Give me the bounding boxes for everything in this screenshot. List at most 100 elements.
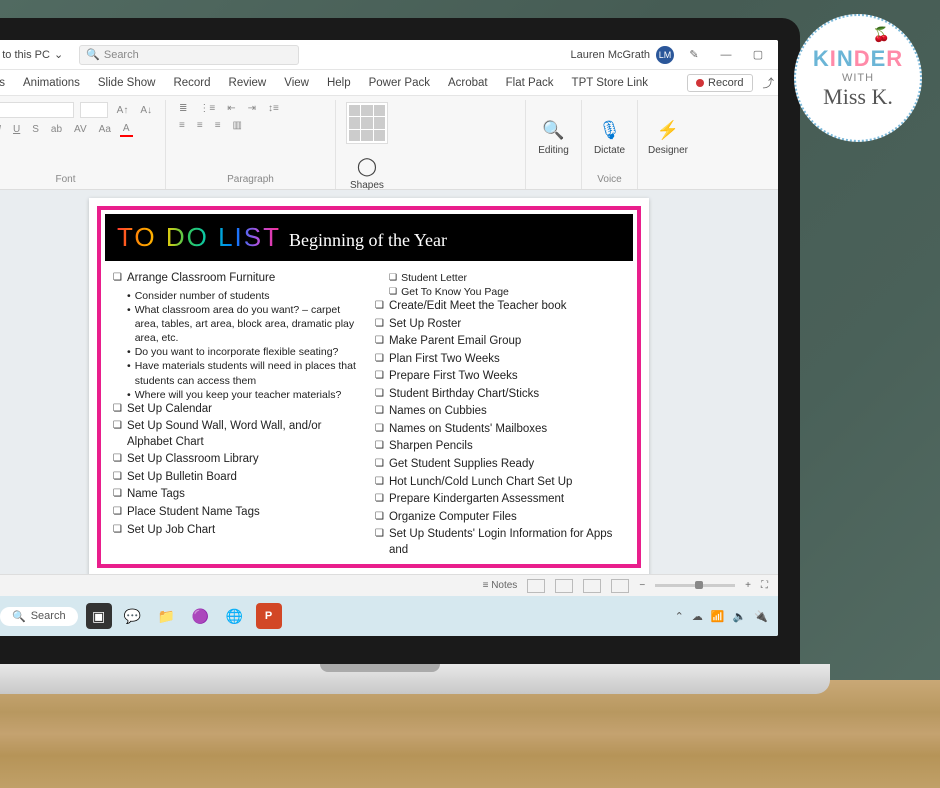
align-right-icon[interactable]: ≡	[212, 119, 224, 132]
zoom-slider[interactable]	[655, 584, 735, 587]
font-size-combo[interactable]	[80, 102, 107, 118]
slide-canvas[interactable]: TO DO LIST Beginning of the Year Arrange…	[0, 190, 778, 574]
maximize-button[interactable]: ▢	[746, 48, 770, 61]
edge-icon[interactable]: 🌐	[222, 603, 248, 629]
shadow-button[interactable]: ab	[48, 123, 65, 136]
tab-transitions[interactable]: nsitions	[0, 73, 7, 93]
designer-button[interactable]: ⚡Designer	[644, 117, 692, 158]
search-placeholder: Search	[104, 49, 139, 61]
fit-button[interactable]: ⛶	[761, 580, 768, 591]
screen-bezel: Saved to this PC ⌄ 🔍 Search Lauren McGra…	[0, 18, 800, 666]
indent-inc-icon[interactable]: ⇥	[245, 102, 259, 115]
group-paragraph-label: Paragraph	[176, 172, 325, 187]
editing-button[interactable]: 🔍Editing	[534, 117, 573, 158]
zoom-out-button[interactable]: −	[639, 580, 645, 591]
tab-record[interactable]: Record	[171, 73, 212, 93]
explorer-icon[interactable]: 📁	[154, 603, 180, 629]
logo-line3: Miss K.	[823, 84, 893, 110]
autosave-status[interactable]: Saved to this PC ⌄	[0, 48, 63, 61]
zoom-in-button[interactable]: +	[745, 580, 751, 591]
cherry-icon: 🍒	[873, 26, 890, 43]
account-button[interactable]: Lauren McGrath LM	[571, 46, 674, 64]
font-color-icon[interactable]: A	[120, 122, 133, 137]
strike-button[interactable]: S	[29, 123, 42, 136]
shapes-icon: ◯	[355, 154, 379, 178]
checklist-subitem: Student Letter	[389, 271, 625, 285]
tab-review[interactable]: Review	[227, 73, 269, 93]
chat-icon[interactable]: 💬	[120, 603, 146, 629]
tab-animations[interactable]: Animations	[21, 73, 82, 93]
find-icon: 🔍	[542, 119, 566, 143]
checklist-item: Sharpen Pencils	[375, 439, 625, 455]
titlebar: Saved to this PC ⌄ 🔍 Search Lauren McGra…	[0, 40, 778, 70]
tab-help[interactable]: Help	[325, 73, 353, 93]
tab-flatpack[interactable]: Flat Pack	[504, 73, 556, 93]
minimize-button[interactable]: —	[714, 49, 738, 61]
checklist-item: Hot Lunch/Cold Lunch Chart Set Up	[375, 475, 625, 491]
checklist-subitem: Get To Know You Page	[389, 285, 625, 299]
slideshow-view-icon[interactable]	[611, 579, 629, 593]
taskview-icon[interactable]: ▣	[86, 603, 112, 629]
columns-icon[interactable]: ▥	[230, 119, 245, 132]
line-spacing-icon[interactable]: ↕≡	[265, 102, 282, 115]
checklist-item: Student Birthday Chart/Sticks	[375, 387, 625, 403]
search-icon: 🔍	[12, 610, 26, 623]
checklist-item: Set Up Job Chart	[113, 523, 363, 539]
spacing-button[interactable]: AV	[71, 123, 90, 136]
slide-col-1: Arrange Classroom FurnitureConsider numb…	[113, 271, 363, 560]
reading-view-icon[interactable]	[583, 579, 601, 593]
chevron-down-icon: ⌄	[54, 48, 63, 61]
tab-powerpack[interactable]: Power Pack	[367, 73, 432, 93]
shrink-font-icon[interactable]: A↓	[137, 104, 155, 117]
group-drawing: ◯Shapes ▦Arrange ◪Quick Styles Drawing	[336, 100, 526, 189]
slide-header: TO DO LIST Beginning of the Year	[105, 214, 633, 261]
checklist-item: Names on Cubbies	[375, 404, 625, 420]
wifi-icon[interactable]: 📶	[711, 610, 725, 623]
logo-line1: KINDER	[813, 46, 903, 72]
slide[interactable]: TO DO LIST Beginning of the Year Arrange…	[89, 198, 649, 574]
search-input[interactable]: 🔍 Search	[79, 45, 299, 65]
checklist-item: Organize Computer Files	[375, 510, 625, 526]
notes-button[interactable]: ≡ Notes	[483, 580, 518, 591]
tab-view[interactable]: View	[282, 73, 311, 93]
checklist-item: Plan First Two Weeks	[375, 352, 625, 368]
checklist-item: Name Tags	[113, 487, 363, 503]
copilot-icon[interactable]: 🟣	[188, 603, 214, 629]
tab-tptstore[interactable]: TPT Store Link	[570, 73, 651, 93]
case-button[interactable]: Aa	[96, 123, 114, 136]
group-designer: ⚡Designer Designer	[638, 100, 698, 189]
normal-view-icon[interactable]	[527, 579, 545, 593]
checklist-item: Arrange Classroom Furniture	[113, 271, 363, 287]
italic-button[interactable]: I	[0, 123, 4, 136]
sorter-view-icon[interactable]	[555, 579, 573, 593]
tab-slideshow[interactable]: Slide Show	[96, 73, 158, 93]
font-name-combo[interactable]	[0, 102, 74, 118]
align-left-icon[interactable]: ≡	[176, 119, 188, 132]
slide-col-2: Student LetterGet To Know You PageCreate…	[375, 271, 625, 560]
shapes-button[interactable]: ◯Shapes	[346, 152, 388, 193]
chevron-up-icon[interactable]: ⌃	[675, 610, 684, 623]
underline-button[interactable]: U	[10, 123, 23, 136]
search-icon: 🔍	[86, 48, 100, 61]
bullets-icon[interactable]: ≣	[176, 102, 190, 115]
share-icon[interactable]: ⤴	[763, 75, 775, 91]
numbering-icon[interactable]: ⋮≡	[196, 102, 218, 115]
indent-dec-icon[interactable]: ⇤	[224, 102, 238, 115]
taskbar-search[interactable]: 🔍Search	[0, 607, 78, 626]
volume-icon[interactable]: 🔈	[733, 610, 747, 623]
avatar: LM	[656, 46, 674, 64]
checklist-item: Prepare Kindergarten Assessment	[375, 492, 625, 508]
onedrive-icon[interactable]: ☁	[692, 610, 703, 623]
shape-gallery[interactable]	[346, 102, 388, 144]
bullet-subitem: Have materials students will need in pla…	[127, 359, 363, 387]
align-center-icon[interactable]: ≡	[194, 119, 206, 132]
group-font-label: Font	[0, 172, 155, 187]
dictate-button[interactable]: 🎙Dictate	[590, 117, 629, 158]
record-button[interactable]: Record	[687, 74, 752, 92]
battery-icon[interactable]: 🔌	[754, 610, 768, 623]
system-tray[interactable]: ⌃ ☁ 📶 🔈 🔌	[675, 610, 768, 623]
tab-acrobat[interactable]: Acrobat	[446, 73, 490, 93]
grow-font-icon[interactable]: A↑	[114, 104, 132, 117]
powerpoint-icon[interactable]: P	[256, 603, 282, 629]
ribbon-options-icon[interactable]: ✎	[682, 48, 706, 61]
